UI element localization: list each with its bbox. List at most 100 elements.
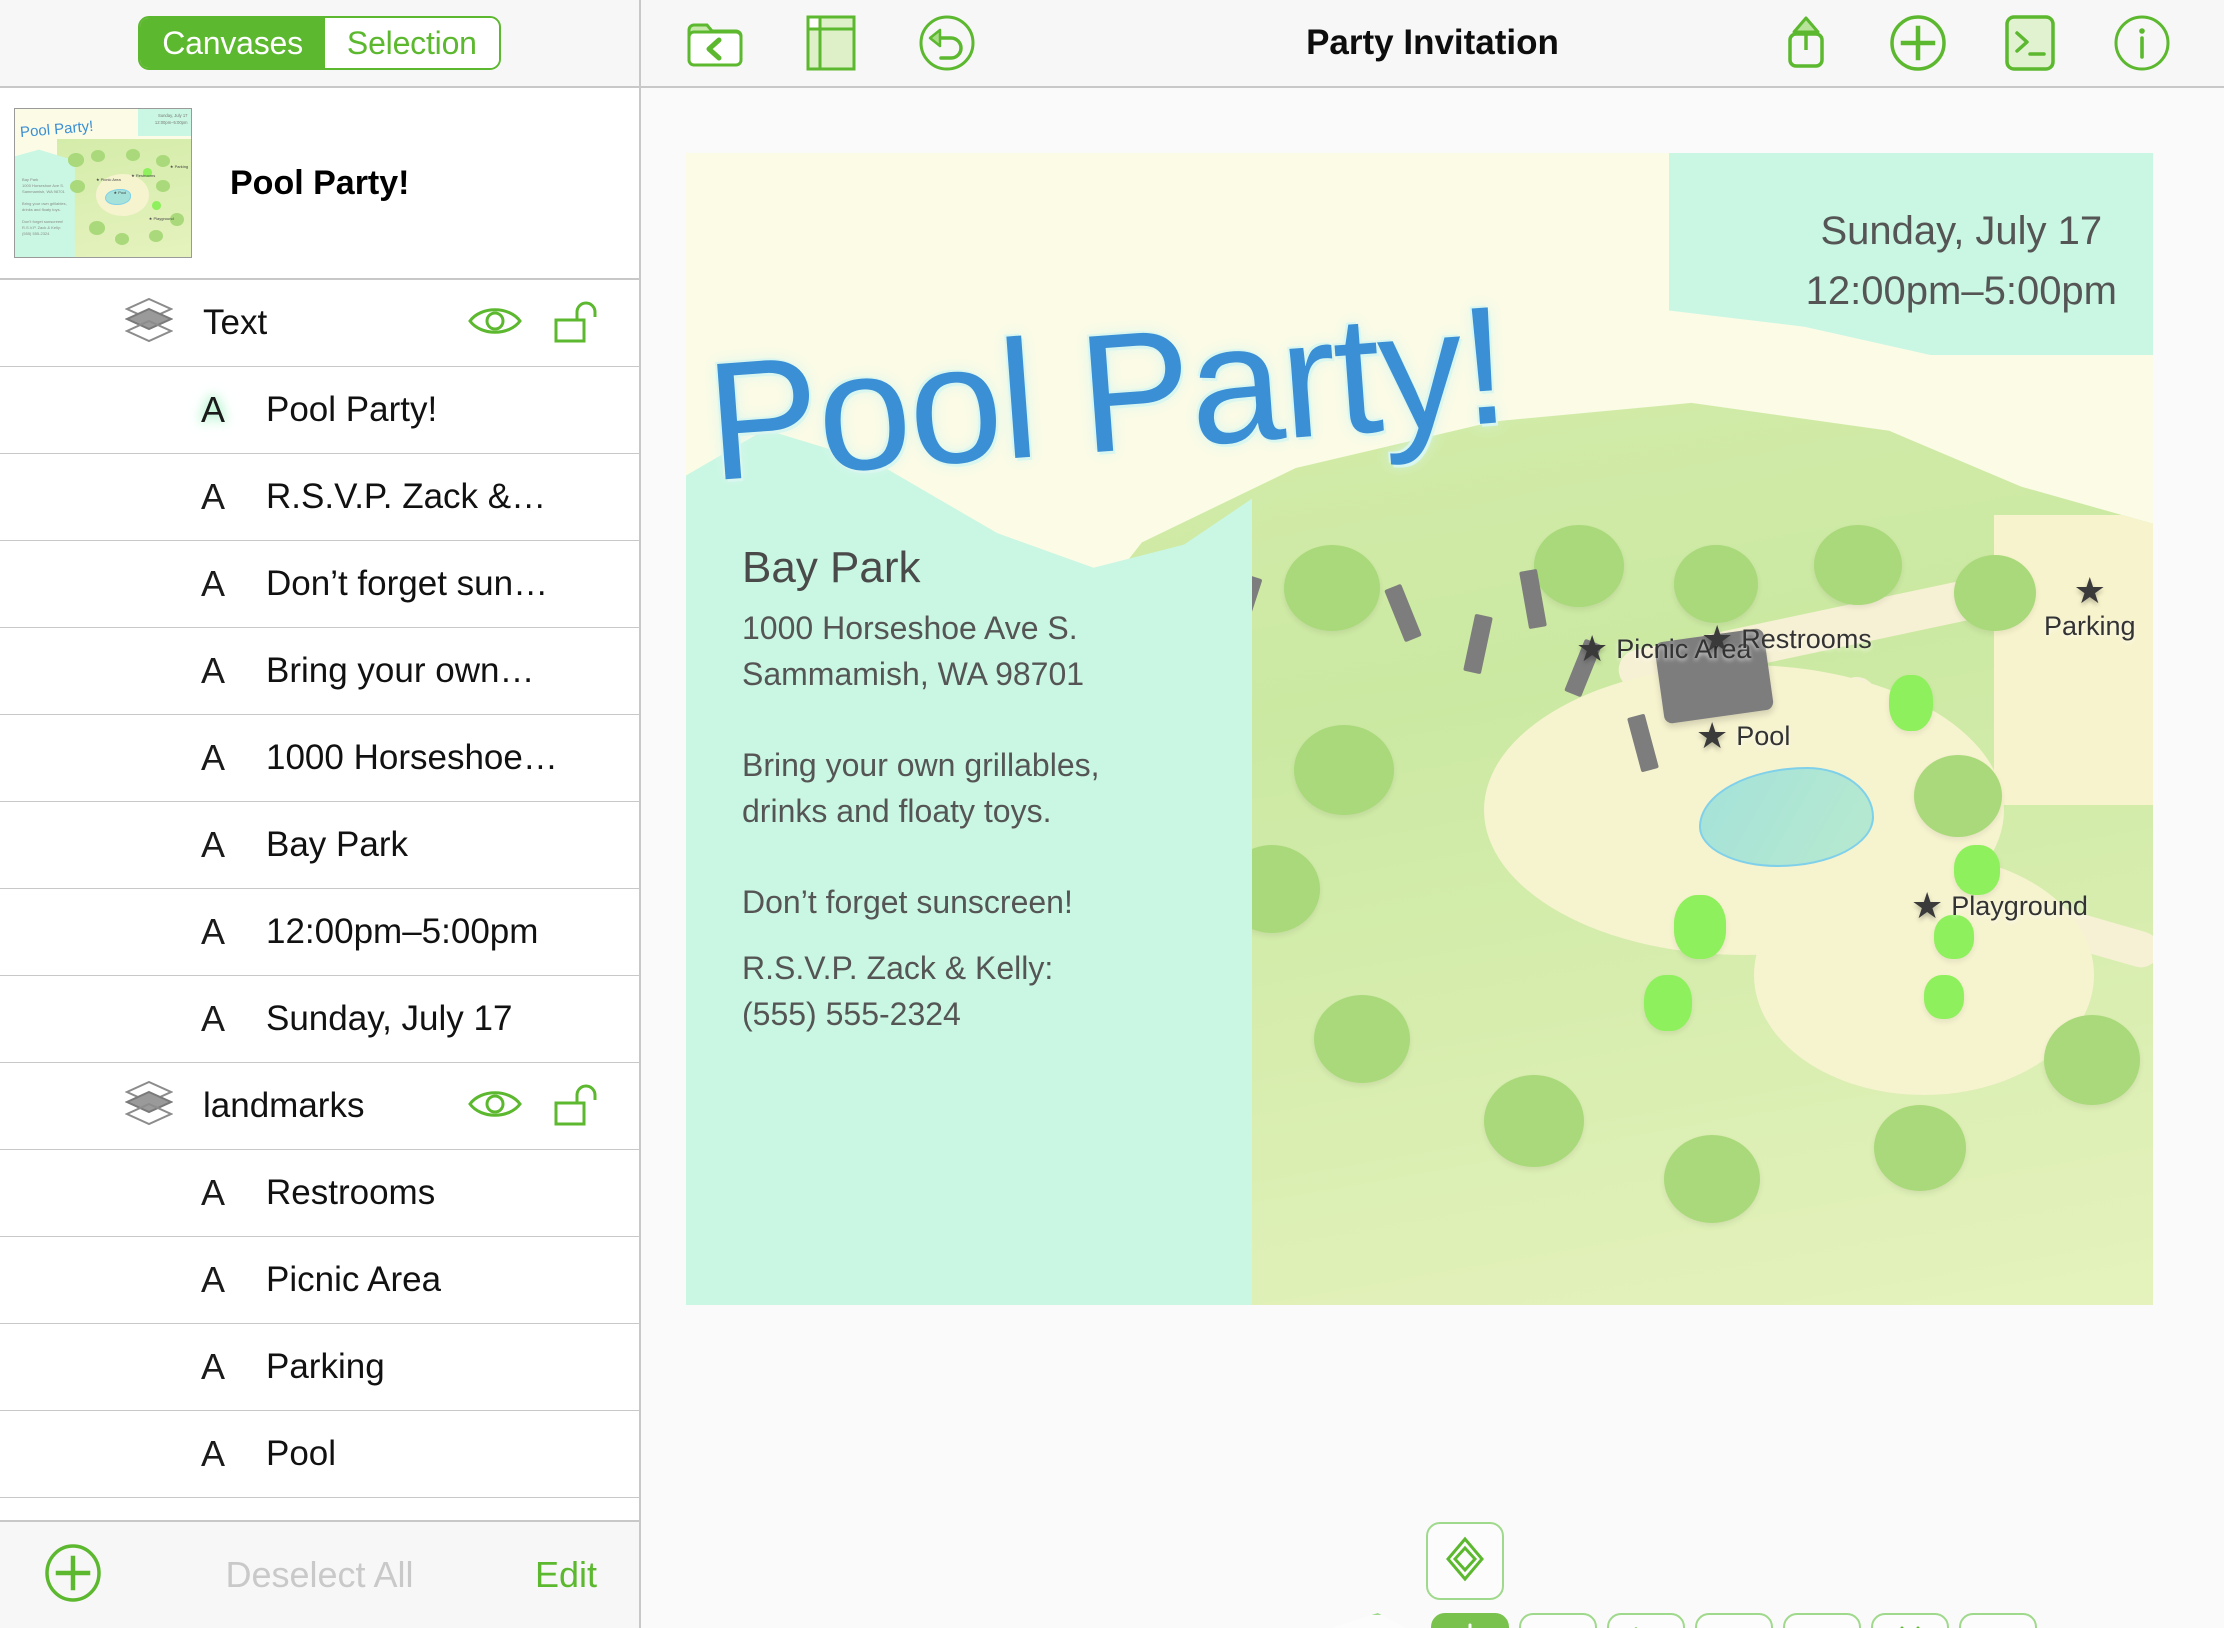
thumbnail-label-playground: Playground <box>153 215 174 221</box>
thumbnail-label-pool: Pool <box>118 190 127 196</box>
layer-item[interactable]: A Sunday, July 17 <box>0 976 639 1063</box>
tool-text[interactable]: Aa <box>1783 1613 1861 1628</box>
layers-stack-icon <box>124 297 174 349</box>
canvas-rsvp-line1: R.S.V.P. Zack & Kelly: <box>742 949 1054 986</box>
tool-hand-tap[interactable] <box>1959 1613 2037 1628</box>
console-icon[interactable] <box>1988 15 2072 71</box>
canvas-note2: Don’t forget sunscreen! <box>742 883 1073 920</box>
document-sidebar-icon[interactable] <box>789 15 873 71</box>
thumbnail-label-parking: Parking <box>174 163 189 169</box>
rectangle-add-icon <box>1532 1624 1584 1628</box>
segment-canvases[interactable]: Canvases <box>140 18 325 68</box>
layer-list[interactable]: Text A Pool Party! A R.S.V.P. Zack &… A … <box>0 280 639 1520</box>
layer-item[interactable]: A Pool <box>0 1411 639 1498</box>
tool-select-target[interactable] <box>1431 1613 1509 1628</box>
star-marker-icon: ★ <box>2073 570 2106 611</box>
undo-icon[interactable] <box>905 14 989 72</box>
map-label-restrooms: ★ Restrooms <box>1701 618 1872 659</box>
text-aa-icon: Aa <box>1795 1624 1849 1628</box>
layer-group-label: Text <box>203 303 268 342</box>
text-layer-icon: A <box>200 737 225 778</box>
app-root: Canvases Selection Pool Party! Sunday, J… <box>0 0 2224 1628</box>
sidebar: Canvases Selection Pool Party! Sunday, J… <box>0 0 641 1628</box>
text-layer-icon: A <box>200 650 225 691</box>
crop-frame-icon <box>1884 1624 1936 1628</box>
unlocked-padlock-icon[interactable] <box>553 298 601 349</box>
layer-item[interactable]: A Pool Party! <box>0 367 639 454</box>
star-marker-icon: ★ <box>1696 715 1729 756</box>
circle-add-icon <box>1620 1624 1672 1628</box>
canvas-rsvp-line2: (555) 555-2324 <box>742 996 961 1033</box>
folder-back-icon[interactable] <box>673 18 757 68</box>
text-layer-icon: A <box>200 1259 225 1300</box>
layer-item[interactable]: A Picnic Area <box>0 1237 639 1324</box>
tool-line[interactable] <box>1695 1613 1773 1628</box>
layer-item[interactable]: A Restrooms <box>0 1150 639 1237</box>
canvas-time-line: 12:00pm–5:00pm <box>1805 269 2117 313</box>
pen-pencil-icon <box>1348 1625 1398 1628</box>
canvas-venue-name: Bay Park <box>742 543 921 592</box>
text-layer-icon: A <box>200 824 225 865</box>
layer-item-label: Don’t forget sun… <box>266 564 549 603</box>
tool-circle[interactable] <box>1607 1613 1685 1628</box>
layer-item-label: Pool Party! <box>266 390 438 429</box>
edit-button[interactable]: Edit <box>535 1554 597 1596</box>
canvas-note1-line2: drinks and floaty toys. <box>742 793 1052 830</box>
star-marker-icon: ★ <box>1576 628 1609 669</box>
layer-item-label: Sunday, July 17 <box>266 999 513 1038</box>
text-layer-icon: A <box>200 563 225 604</box>
layer-item-label: Parking <box>266 1347 385 1386</box>
tool-rectangle[interactable] <box>1519 1613 1597 1628</box>
canvas-stage[interactable]: ★ Picnic Area ★ Restrooms ★ Parking ★ Po… <box>641 88 2224 1628</box>
canvases-selection-segmented-control[interactable]: Canvases Selection <box>138 16 501 70</box>
map-label-parking: ★ Parking <box>2044 570 2136 642</box>
stencil-library-button[interactable] <box>1426 1522 1504 1600</box>
line-add-icon <box>1708 1624 1760 1628</box>
main-area: Party Invitation ★ Picnic Area ★ Restroo… <box>641 0 2224 1628</box>
drawing-tool-strip[interactable]: Aa <box>1325 1613 2037 1628</box>
segment-selection[interactable]: Selection <box>324 18 499 68</box>
thumbnail-date: Sunday, July 17 12:00pm–5:00pm <box>154 113 188 126</box>
canvas-date-line: Sunday, July 17 <box>1820 209 2103 253</box>
tool-pen-pencil[interactable] <box>1325 1613 1421 1628</box>
layer-item[interactable]: A Bring your own… <box>0 628 639 715</box>
toolbar-right-group <box>1764 14 2184 72</box>
thumbnail-label-picnic: Picnic Area <box>100 177 121 183</box>
canvas-date-block[interactable]: Sunday, July 17 12:00pm–5:00pm <box>1806 201 2117 321</box>
crosshair-target-icon <box>1443 1623 1497 1628</box>
add-icon[interactable] <box>1876 14 1960 72</box>
text-layer-icon: A <box>200 1433 225 1474</box>
sidebar-header: Canvases Selection <box>0 0 639 88</box>
layer-item-label: 12:00pm–5:00pm <box>266 912 539 951</box>
canvas-thumbnail[interactable]: Pool Party! Sunday, July 17 12:00pm–5:00… <box>14 108 192 258</box>
layer-group-label: landmarks <box>203 1086 365 1125</box>
layer-group-landmarks[interactable]: landmarks <box>0 1063 639 1150</box>
text-layer-icon: A <box>200 476 225 517</box>
eye-icon[interactable] <box>467 1086 523 1127</box>
layer-group-text[interactable]: Text <box>0 280 639 367</box>
thumbnail-label-restrooms: Restrooms <box>135 172 156 178</box>
text-layer-icon: A <box>200 998 225 1039</box>
text-layer-icon: A <box>200 1346 225 1387</box>
document-canvas[interactable]: ★ Picnic Area ★ Restrooms ★ Parking ★ Po… <box>686 153 2153 1305</box>
share-icon[interactable] <box>1764 14 1848 72</box>
layer-item[interactable]: A Don’t forget sun… <box>0 541 639 628</box>
eye-icon[interactable] <box>467 303 523 344</box>
layer-item-label: R.S.V.P. Zack &… <box>266 477 547 516</box>
canvas-list-item[interactable]: Pool Party! Sunday, July 17 12:00pm–5:00… <box>0 88 639 280</box>
layer-item[interactable]: A Parking <box>0 1324 639 1411</box>
layer-item[interactable]: A R.S.V.P. Zack &… <box>0 454 639 541</box>
layer-item[interactable]: A 12:00pm–5:00pm <box>0 889 639 976</box>
text-layer-icon: A <box>200 1172 225 1213</box>
layers-stack-icon <box>124 1080 174 1132</box>
unlocked-padlock-icon[interactable] <box>553 1081 601 1132</box>
layer-item[interactable]: A 1000 Horseshoe… <box>0 715 639 802</box>
hand-tap-add-icon <box>1972 1624 2024 1628</box>
canvas-item-title: Pool Party! <box>230 163 410 202</box>
tool-crop-frame[interactable] <box>1871 1613 1949 1628</box>
info-icon[interactable] <box>2100 14 2184 72</box>
layer-item[interactable]: A Bay Park <box>0 802 639 889</box>
canvas-address-line2: Sammamish, WA 98701 <box>742 656 1085 693</box>
thumbnail-info: Bay Park 1000 Horseshoe Ave S. Sammamish… <box>22 177 67 237</box>
canvas-info-block[interactable]: Bay Park 1000 Horseshoe Ave S. Sammamish… <box>742 543 1100 1038</box>
